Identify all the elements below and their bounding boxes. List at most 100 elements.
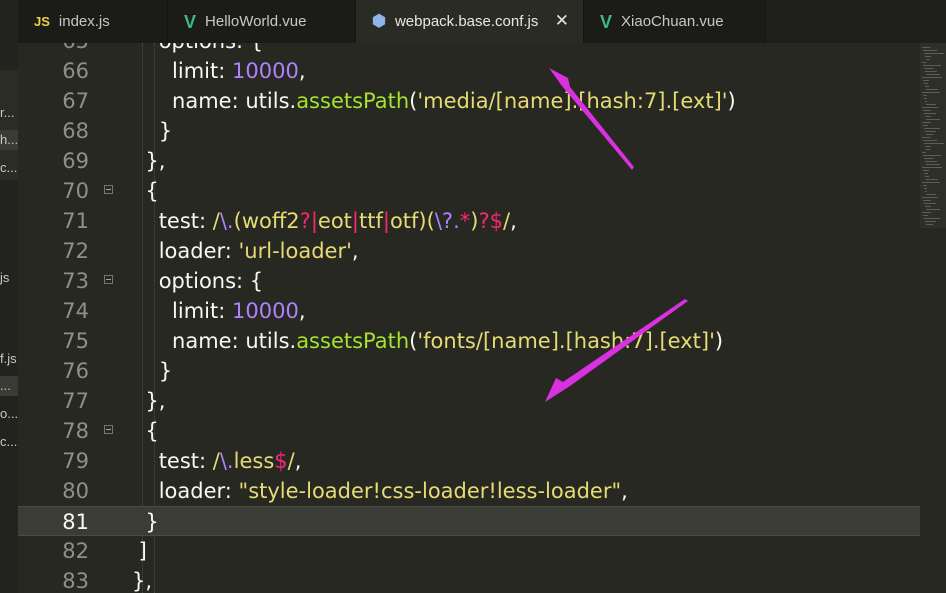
line-number: 80 (62, 479, 89, 503)
code-line[interactable]: 65 options: { (18, 43, 920, 56)
code-token: | (351, 209, 359, 233)
code-token: test: (132, 449, 213, 473)
close-tab-icon[interactable]: ✕ (555, 11, 569, 31)
vue-file-icon: V (600, 11, 613, 32)
sidebar-item[interactable]: c... (0, 158, 18, 178)
tab-label: HelloWorld.vue (205, 13, 307, 30)
line-number: 65 (18, 43, 89, 56)
code-text: { (132, 416, 159, 446)
line-number: 71 (62, 209, 89, 233)
code-text: }, (132, 386, 165, 416)
minimap-line (922, 77, 942, 78)
minimap-line (922, 92, 940, 93)
minimap-line (926, 59, 930, 60)
line-number: 75 (62, 329, 89, 353)
code-token: | (310, 209, 318, 233)
minimap-line (925, 221, 936, 222)
code-text: { (132, 176, 158, 206)
code-text: loader: "style-loader!css-loader!less-lo… (132, 476, 628, 506)
minimap-line (924, 158, 934, 159)
tab-index-js[interactable]: JS index.js (18, 0, 168, 43)
code-text: options: { (132, 266, 263, 296)
tab-xiaochuan-vue[interactable]: V XiaoChuan.vue (584, 0, 766, 43)
code-line[interactable]: 83}, (18, 566, 920, 593)
code-line[interactable]: 82 ] (18, 536, 920, 566)
minimap-line (925, 56, 931, 57)
sidebar-item[interactable]: f.js (0, 349, 18, 369)
webpack-file-icon: ⬢ (372, 12, 386, 30)
code-line[interactable]: 68 } (18, 116, 920, 146)
sidebar-item[interactable]: r... (0, 103, 18, 123)
code-token: 10000 (232, 299, 299, 323)
code-line[interactable]: 75 name: utils.assetsPath('fonts/[name].… (18, 326, 920, 356)
sidebar-item[interactable]: js (0, 268, 18, 288)
code-token: , (621, 479, 628, 503)
code-text: options: { (132, 43, 263, 56)
code-editor[interactable]: 65 options: {66 limit: 10000,67 name: ut… (18, 43, 920, 593)
minimap-line (923, 155, 941, 156)
minimap-line (922, 107, 938, 108)
minimap-line (924, 128, 940, 129)
line-number: 74 (62, 299, 89, 323)
minimap-line (925, 101, 927, 102)
minimap-line (922, 212, 931, 213)
line-number: 77 (62, 389, 89, 413)
code-line[interactable]: 67 name: utils.assetsPath('media/[name].… (18, 86, 920, 116)
code-line[interactable]: 77 }, (18, 386, 920, 416)
code-line[interactable]: 70 { (18, 176, 920, 206)
code-token: * (459, 209, 471, 233)
minimap-line (925, 206, 931, 207)
code-token: name: utils. (132, 89, 297, 113)
line-number: 76 (62, 359, 89, 383)
code-line[interactable]: 74 limit: 10000, (18, 296, 920, 326)
minimap-line (925, 131, 936, 132)
tab-label: XiaoChuan.vue (621, 13, 724, 30)
sidebar-item[interactable]: ... (0, 376, 18, 396)
minimap-line (923, 65, 941, 66)
code-line[interactable]: 78 { (18, 416, 920, 446)
fold-toggle-icon[interactable] (104, 275, 113, 284)
sidebar-item[interactable]: h... (0, 130, 18, 150)
code-line[interactable]: 79 test: /\.less$/, (18, 446, 920, 476)
code-line[interactable]: 69 }, (18, 146, 920, 176)
code-token: ? (478, 209, 490, 233)
minimap-line (924, 188, 927, 189)
code-token: "style-loader!css-loader!less-loader" (238, 479, 622, 503)
minimap-line (924, 143, 944, 144)
code-line[interactable]: 76 } (18, 356, 920, 386)
line-number: 83 (62, 569, 89, 593)
fold-toggle-icon[interactable] (104, 425, 113, 434)
code-token: otf)( (389, 209, 435, 233)
code-token: 'media/[name].[hash:7].[ext]' (417, 89, 728, 113)
code-line[interactable]: 73 options: { (18, 266, 920, 296)
tab-webpack-base-conf-js[interactable]: ⬢ webpack.base.conf.js ✕ (356, 0, 584, 43)
line-number: 69 (62, 149, 89, 173)
code-token: . (453, 209, 460, 233)
code-line[interactable]: 66 limit: 10000, (18, 56, 920, 86)
tab-helloworld-vue[interactable]: V HelloWorld.vue (168, 0, 356, 43)
code-line[interactable]: 71 test: /\.(woff2?|eot|ttf|otf)(\?.*)?$… (18, 206, 920, 236)
minimap[interactable] (920, 43, 946, 593)
minimap-line (923, 80, 929, 81)
code-token: \? (434, 209, 454, 233)
line-number: 67 (62, 89, 89, 113)
project-sidebar[interactable]: r... h... c... js f.js ... o... c... (0, 0, 18, 593)
line-number: 82 (62, 539, 89, 563)
code-line[interactable]: 81 } (18, 506, 920, 536)
code-line[interactable]: 80 loader: "style-loader!css-loader!less… (18, 476, 920, 506)
minimap-line (924, 173, 928, 174)
code-token: }, (132, 569, 153, 593)
code-token: , (294, 449, 302, 473)
fold-toggle-icon[interactable] (104, 185, 113, 194)
minimap-line (926, 104, 936, 105)
sidebar-item[interactable]: o... (0, 404, 18, 424)
code-text: } (132, 116, 172, 146)
code-token: options: { (132, 43, 263, 53)
code-token: { (132, 419, 159, 443)
code-token: , (510, 209, 517, 233)
minimap-line (925, 191, 927, 192)
sidebar-item[interactable]: c... (0, 432, 18, 452)
minimap-line (923, 125, 928, 126)
code-line[interactable]: 72 loader: 'url-loader', (18, 236, 920, 266)
minimap-line (922, 167, 942, 168)
